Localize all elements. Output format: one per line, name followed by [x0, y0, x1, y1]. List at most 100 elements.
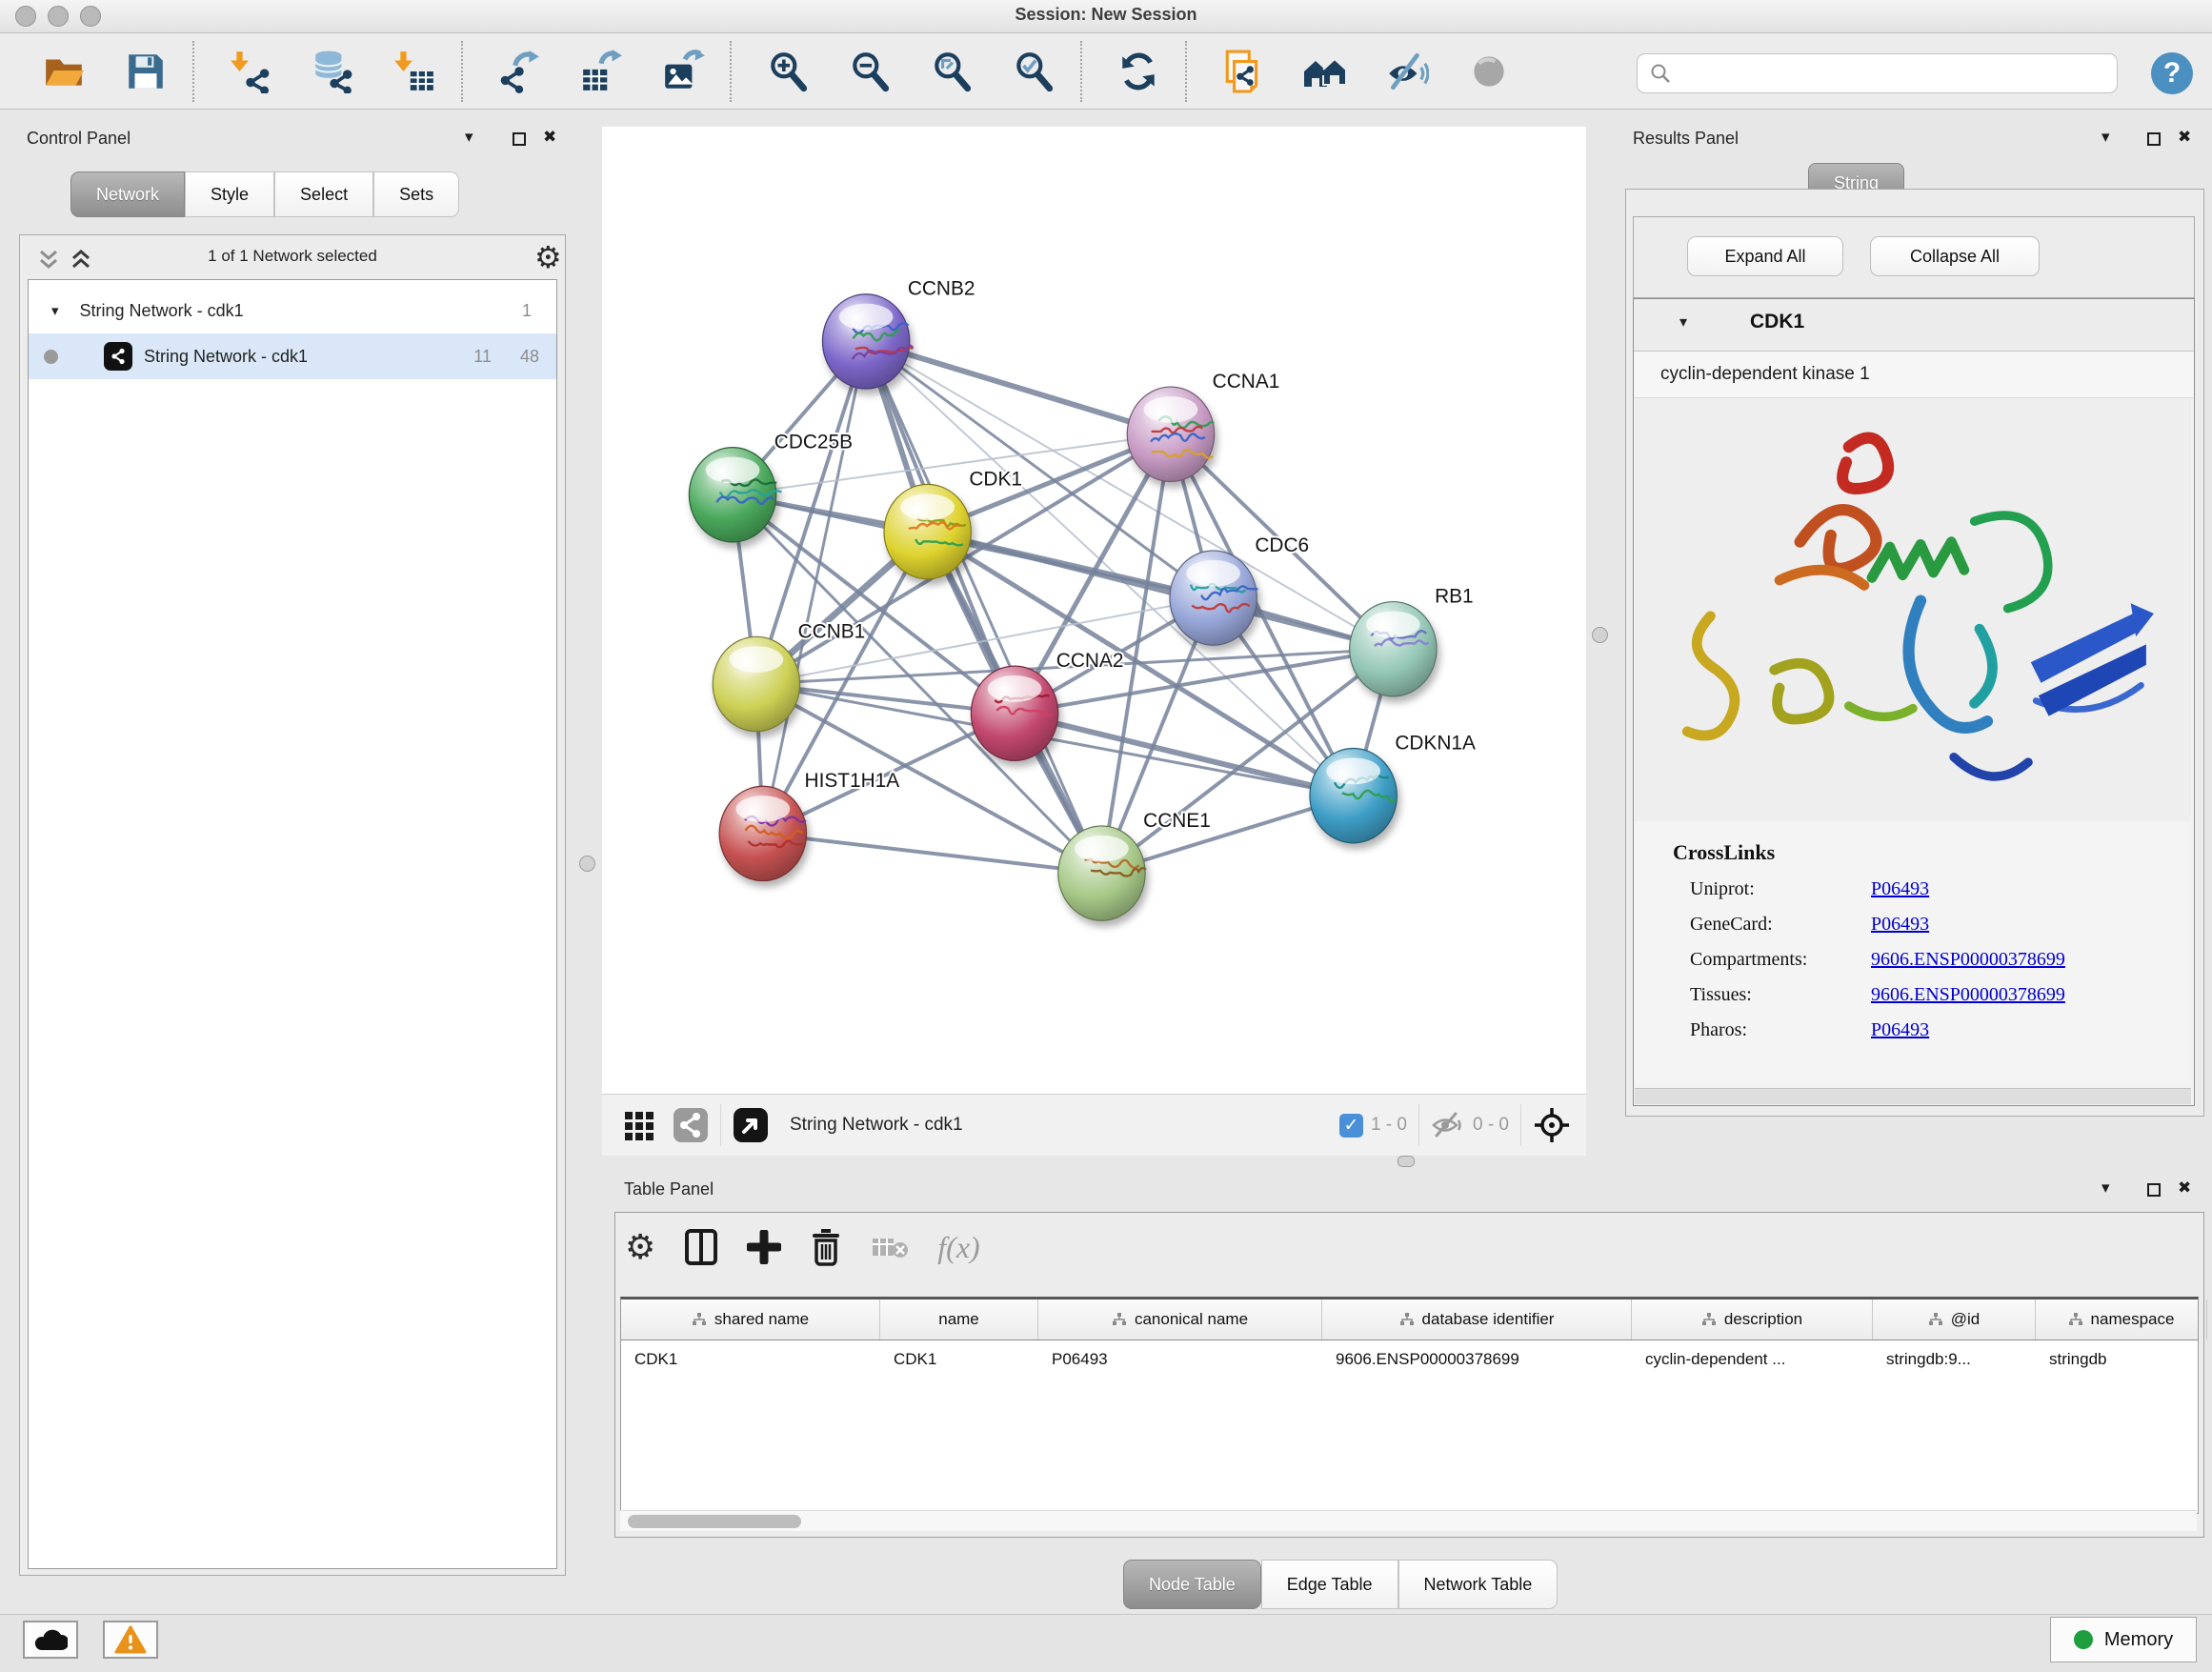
- table-settings-gear-icon[interactable]: ⚙: [625, 1227, 655, 1267]
- open-session-button[interactable]: [23, 40, 105, 103]
- column-header-description[interactable]: description: [1632, 1299, 1873, 1340]
- table-cell[interactable]: cyclin-dependent ...: [1632, 1340, 1873, 1379]
- column-header-name[interactable]: name: [880, 1299, 1038, 1340]
- string-network-graph[interactable]: CCNB2CCNA1CDC25BCDK1CDC6RB1CCNB1CCNA2CDK…: [602, 127, 1586, 1094]
- tab-sets[interactable]: Sets: [373, 171, 459, 217]
- memory-button[interactable]: Memory: [2050, 1617, 2197, 1662]
- control-panel-float-icon[interactable]: [512, 131, 527, 147]
- results-panel-float-icon[interactable]: [2146, 131, 2162, 147]
- save-session-button[interactable]: [105, 40, 187, 103]
- control-panel-close-icon[interactable]: ✖: [543, 128, 556, 147]
- entry-expander-icon[interactable]: ▾: [1679, 312, 1687, 332]
- crosslink-link[interactable]: 9606.ENSP00000378699: [1871, 984, 2065, 1006]
- apply-layout-button[interactable]: [1097, 40, 1179, 103]
- column-header-shared-name[interactable]: shared name: [621, 1299, 880, 1340]
- tab-network[interactable]: Network: [70, 171, 185, 217]
- network-collection-row[interactable]: ▾ String Network - cdk1 1: [29, 288, 556, 333]
- network-panel-gear-icon[interactable]: ⚙: [534, 239, 562, 275]
- column-header--id[interactable]: @id: [1873, 1299, 2036, 1340]
- results-panel-menu-icon[interactable]: ▾: [2101, 128, 2110, 147]
- entry-header[interactable]: ▾ CDK1: [1634, 299, 2194, 352]
- zoom-in-button[interactable]: [747, 40, 829, 103]
- table-cell[interactable]: CDK1: [880, 1340, 1038, 1379]
- control-panel-menu-icon[interactable]: ▾: [465, 128, 473, 147]
- network-edge-CDK1-RB1[interactable]: [928, 532, 1394, 649]
- network-edge-CCNB2-CCNA1[interactable]: [866, 341, 1171, 433]
- node-table[interactable]: shared namenamecanonical namedatabase id…: [620, 1297, 2199, 1514]
- open-in-window-icon[interactable]: [733, 1107, 769, 1143]
- cloud-status-button[interactable]: [23, 1621, 78, 1659]
- network-edge-HIST1H1A-CCNE1[interactable]: [763, 834, 1102, 874]
- zoom-out-button[interactable]: [829, 40, 911, 103]
- scrollbar-thumb[interactable]: [628, 1515, 801, 1528]
- import-table-file-button[interactable]: [373, 40, 455, 103]
- column-header-namespace[interactable]: namespace: [2036, 1299, 2207, 1340]
- table-cell[interactable]: CDK1: [621, 1340, 880, 1379]
- entry-scrollbar[interactable]: [1635, 1088, 2191, 1104]
- crosslink-link[interactable]: P06493: [1871, 1019, 1929, 1041]
- show-columns-icon[interactable]: [684, 1228, 718, 1266]
- table-panel-float-icon[interactable]: [2146, 1182, 2162, 1198]
- delete-table-icon[interactable]: [871, 1233, 909, 1261]
- search-input[interactable]: [1637, 53, 2118, 93]
- tab-style[interactable]: Style: [185, 171, 274, 217]
- table-cell[interactable]: 9606.ENSP00000378699: [1322, 1340, 1632, 1379]
- crosslink-link[interactable]: P06493: [1871, 914, 1929, 936]
- expand-all-button[interactable]: Expand All: [1687, 236, 1843, 276]
- left-splitter-handle[interactable]: [579, 856, 595, 872]
- bottom-splitter-handle[interactable]: [1398, 1156, 1415, 1167]
- hidden-eye-icon[interactable]: [1431, 1111, 1465, 1139]
- export-image-button[interactable]: [642, 40, 724, 103]
- warnings-button[interactable]: [103, 1621, 158, 1659]
- export-network-button[interactable]: [478, 40, 560, 103]
- import-network-database-button[interactable]: [292, 40, 373, 103]
- network-row[interactable]: String Network - cdk1 11 48: [29, 333, 556, 379]
- help-button[interactable]: ?: [2151, 52, 2193, 94]
- export-table-button[interactable]: [560, 40, 642, 103]
- collapse-all-button[interactable]: Collapse All: [1870, 236, 2040, 276]
- right-splitter-handle[interactable]: [1592, 627, 1608, 643]
- tab-select[interactable]: Select: [274, 171, 373, 217]
- network-share-icon[interactable]: [673, 1107, 709, 1143]
- tab-edge-table[interactable]: Edge Table: [1261, 1560, 1398, 1609]
- network-node-CCNE1[interactable]: [1058, 826, 1146, 920]
- network-node-CDKN1A[interactable]: [1310, 749, 1397, 843]
- delete-column-icon[interactable]: [810, 1228, 842, 1266]
- hide-selected-button[interactable]: [1366, 40, 1448, 103]
- add-column-icon[interactable]: [747, 1230, 781, 1264]
- network-node-CDC6[interactable]: [1170, 551, 1258, 645]
- table-cell[interactable]: stringdb:9...: [1873, 1340, 2036, 1379]
- tree-expander-icon[interactable]: ▾: [51, 302, 59, 319]
- selected-checkbox-icon[interactable]: ✓: [1339, 1114, 1363, 1138]
- column-header-canonical-name[interactable]: canonical name: [1038, 1299, 1322, 1340]
- results-panel-close-icon[interactable]: ✖: [2178, 128, 2191, 147]
- import-network-file-button[interactable]: [210, 40, 292, 103]
- network-node-CDC25B[interactable]: [689, 448, 781, 542]
- table-horizontal-scrollbar[interactable]: [620, 1510, 2197, 1531]
- column-header-database-identifier[interactable]: database identifier: [1322, 1299, 1632, 1340]
- tab-network-table[interactable]: Network Table: [1398, 1560, 1558, 1609]
- clone-network-button[interactable]: [1202, 40, 1284, 103]
- crosslink-link[interactable]: P06493: [1871, 878, 1929, 900]
- network-node-CCNB1[interactable]: [713, 636, 799, 731]
- network-node-CCNA2[interactable]: [971, 666, 1057, 760]
- table-panel-menu-icon[interactable]: ▾: [2101, 1178, 2110, 1198]
- table-cell[interactable]: stringdb: [2036, 1340, 2207, 1379]
- network-canvas[interactable]: CCNB2CCNA1CDC25BCDK1CDC6RB1CCNB1CCNA2CDK…: [602, 127, 1586, 1094]
- tab-node-table[interactable]: Node Table: [1123, 1560, 1261, 1609]
- show-all-networks-button[interactable]: [1284, 40, 1366, 103]
- table-cell[interactable]: P06493: [1038, 1340, 1322, 1379]
- zoom-selected-button[interactable]: [993, 40, 1075, 103]
- network-node-RB1[interactable]: [1350, 602, 1437, 696]
- grid-view-icon[interactable]: [623, 1108, 657, 1142]
- show-graphics-details-button[interactable]: [1448, 40, 1530, 103]
- network-node-CDK1[interactable]: [884, 484, 971, 578]
- birds-eye-icon[interactable]: [1533, 1106, 1571, 1144]
- table-panel-close-icon[interactable]: ✖: [2178, 1178, 2191, 1198]
- network-node-CCNA1[interactable]: [1127, 387, 1214, 481]
- table-row[interactable]: CDK1CDK1P064939606.ENSP00000378699cyclin…: [621, 1340, 2198, 1379]
- network-node-CCNB2[interactable]: [822, 294, 913, 389]
- zoom-fit-button[interactable]: [911, 40, 993, 103]
- network-edge-CCNB2-CCNE1[interactable]: [866, 341, 1101, 873]
- crosslink-link[interactable]: 9606.ENSP00000378699: [1871, 949, 2065, 971]
